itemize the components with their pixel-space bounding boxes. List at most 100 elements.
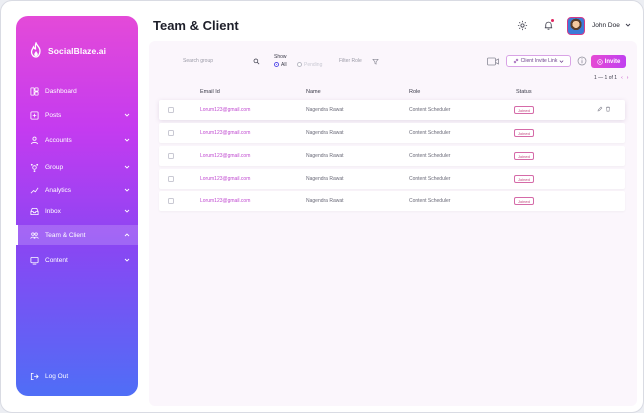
content-icon — [30, 256, 39, 265]
row-email[interactable]: Lorum123@gmail.com — [200, 130, 250, 136]
page-title: Team & Client — [153, 18, 239, 33]
chevron-down-icon — [124, 208, 130, 214]
sidebar-item-content[interactable]: Content — [16, 250, 138, 270]
sidebar-item-team-client[interactable]: Team & Client — [16, 225, 138, 245]
posts-icon — [30, 110, 39, 120]
status-badge: Joined — [514, 106, 534, 114]
row-email[interactable]: Lorum123@gmail.com — [200, 153, 250, 159]
video-camera-icon[interactable] — [487, 57, 499, 66]
status-badge: Joined — [514, 152, 534, 160]
row-checkbox[interactable] — [168, 176, 174, 182]
sidebar-item-posts[interactable]: Posts — [16, 105, 138, 125]
notification-dot — [551, 19, 554, 22]
edit-icon[interactable] — [597, 106, 603, 112]
chevron-down-icon — [124, 187, 130, 193]
chevron-down-icon[interactable] — [625, 22, 631, 28]
show-label: Show — [274, 54, 287, 60]
settings-button[interactable] — [516, 19, 528, 31]
row-name: Nagendra Rawat — [306, 107, 344, 113]
column-header-role[interactable]: Role — [409, 89, 420, 95]
content-panel — [149, 41, 637, 406]
brand[interactable]: SocialBlaze.ai — [28, 42, 106, 60]
show-pending-radio[interactable] — [297, 62, 302, 67]
table-row[interactable]: Lorum123@gmail.com Nagendra Rawat Conten… — [159, 169, 625, 189]
table-row[interactable]: Lorum123@gmail.com Nagendra Rawat Conten… — [159, 191, 625, 211]
row-role: Content Scheduler — [409, 107, 451, 113]
notifications-button[interactable] — [542, 19, 554, 31]
dashboard-icon — [30, 86, 39, 96]
status-badge: Joined — [514, 175, 534, 183]
row-role: Content Scheduler — [409, 198, 451, 204]
invite-button[interactable]: Invite — [591, 55, 626, 68]
row-name: Nagendra Rawat — [306, 176, 344, 182]
gear-icon — [517, 20, 527, 30]
table-row[interactable]: Lorum123@gmail.com Nagendra Rawat Conten… — [159, 100, 625, 120]
client-invite-link-label: Client Invite Link — [520, 58, 558, 64]
search-input[interactable]: Search group — [183, 58, 213, 64]
row-name: Nagendra Rawat — [306, 153, 344, 159]
info-icon[interactable] — [577, 56, 587, 66]
flame-logo-icon — [30, 42, 41, 58]
row-email[interactable]: Lorum123@gmail.com — [200, 198, 250, 204]
column-header-email[interactable]: Email Id — [200, 89, 220, 95]
row-role: Content Scheduler — [409, 153, 451, 159]
search-icon[interactable] — [253, 58, 260, 65]
invite-label: Invite — [604, 58, 621, 65]
sidebar-item-group[interactable]: Group — [16, 157, 138, 177]
accounts-icon — [30, 136, 39, 145]
team-icon — [30, 231, 39, 240]
sidebar-item-dashboard[interactable]: Dashboard — [16, 81, 138, 101]
role-filter[interactable]: Filter Role — [339, 58, 362, 64]
row-checkbox[interactable] — [168, 130, 174, 136]
trash-icon[interactable] — [605, 106, 611, 112]
avatar[interactable] — [567, 17, 585, 35]
client-invite-link-button[interactable]: Client Invite Link — [506, 55, 571, 67]
chevron-up-icon — [124, 232, 130, 238]
chevron-right-icon[interactable]: › — [627, 75, 629, 81]
analytics-icon — [30, 186, 39, 195]
show-all-label: All — [281, 62, 287, 68]
row-checkbox[interactable] — [168, 107, 174, 113]
row-name: Nagendra Rawat — [306, 130, 344, 136]
plus-circle-icon — [596, 58, 603, 65]
pagination: 1 — 1 of 1 ‹ › — [594, 75, 628, 81]
status-badge: Joined — [514, 197, 534, 205]
logout-button[interactable]: Log Out — [30, 372, 68, 381]
row-email[interactable]: Lorum123@gmail.com — [200, 107, 250, 113]
sidebar-item-label: Inbox — [45, 207, 61, 215]
row-role: Content Scheduler — [409, 130, 451, 136]
pagination-text: 1 — 1 of 1 — [594, 75, 618, 81]
row-role: Content Scheduler — [409, 176, 451, 182]
sidebar-item-analytics[interactable]: Analytics — [16, 180, 138, 200]
row-name: Nagendra Rawat — [306, 198, 344, 204]
chevron-down-icon — [124, 112, 130, 118]
sidebar-item-label: Accounts — [45, 136, 72, 144]
group-icon — [30, 163, 39, 172]
chevron-down-icon — [559, 59, 564, 63]
sidebar-item-accounts[interactable]: Accounts — [16, 130, 138, 150]
row-checkbox[interactable] — [168, 198, 174, 204]
brand-name: SocialBlaze.ai — [48, 46, 107, 56]
column-header-status[interactable]: Status — [516, 89, 532, 95]
inbox-icon — [30, 207, 39, 216]
chevron-left-icon[interactable]: ‹ — [621, 75, 623, 81]
filter-icon[interactable] — [372, 58, 379, 65]
table-row[interactable]: Lorum123@gmail.com Nagendra Rawat Conten… — [159, 146, 625, 166]
sidebar-item-label: Posts — [45, 111, 62, 119]
row-email[interactable]: Lorum123@gmail.com — [200, 176, 250, 182]
sidebar-item-label: Analytics — [45, 186, 72, 194]
user-name[interactable]: John Doe — [592, 22, 620, 29]
column-header-name[interactable]: Name — [306, 89, 321, 95]
sidebar-item-label: Content — [45, 256, 68, 264]
table-row[interactable]: Lorum123@gmail.com Nagendra Rawat Conten… — [159, 123, 625, 143]
app-window: SocialBlaze.ai Dashboard Posts Accounts … — [0, 0, 644, 413]
status-badge: Joined — [514, 129, 534, 137]
show-all-radio[interactable] — [274, 62, 279, 67]
link-icon — [513, 58, 518, 64]
chevron-down-icon — [124, 257, 130, 263]
show-pending-label: Pending — [304, 62, 323, 68]
logout-icon — [30, 372, 39, 381]
logout-label: Log Out — [45, 373, 69, 380]
row-checkbox[interactable] — [168, 153, 174, 159]
sidebar-item-inbox[interactable]: Inbox — [16, 201, 138, 221]
